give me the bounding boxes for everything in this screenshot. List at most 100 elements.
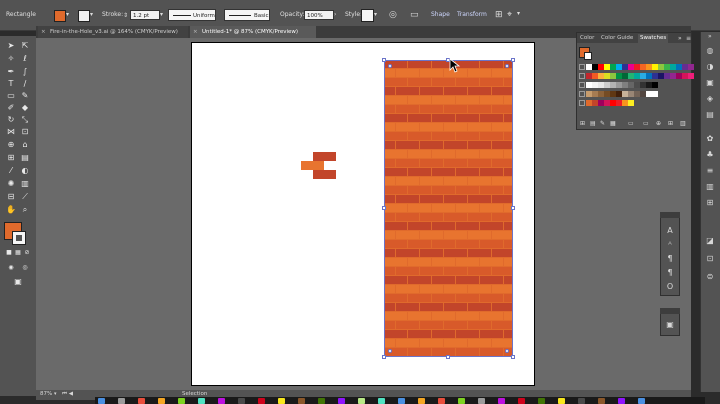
artboards-panel-icon[interactable]: ▤ (705, 110, 715, 120)
corner-widget-tr[interactable] (505, 64, 509, 68)
resize-handle-tl[interactable] (382, 58, 386, 62)
folder-icon[interactable]: ▭ (643, 119, 649, 129)
zoom-dropdown-icon[interactable]: ▾ (54, 391, 57, 397)
hand-tool-icon[interactable]: ✋ (5, 204, 17, 216)
resize-handle-tr[interactable] (511, 58, 515, 62)
magic-wand-tool-icon[interactable]: ✧ (5, 53, 17, 65)
tab-untitled-1[interactable]: × Untitled-1* @ 87% (CMYK/Preview) (190, 26, 316, 38)
dock-app-icon[interactable] (438, 398, 445, 404)
align-panel-icon[interactable]: ⊞ (705, 198, 715, 208)
style-swatch[interactable] (361, 9, 374, 22)
transform-panel-icon[interactable]: ⊡ (705, 254, 715, 264)
stroke-swatch[interactable] (78, 10, 90, 22)
dock-app-icon[interactable] (518, 398, 525, 404)
artboard-tool-icon[interactable]: ⊟ (5, 191, 17, 203)
scale-tool-icon[interactable]: ⤡ (19, 114, 31, 126)
stroke-panel-icon[interactable]: ≡ (705, 166, 715, 176)
panel-menu-icon[interactable]: ▾ (517, 9, 520, 19)
dock-app-icon[interactable] (458, 398, 465, 404)
color-group-folder-icon[interactable] (579, 82, 585, 88)
tab-swatches[interactable]: Swatches (638, 34, 669, 43)
none-mode-icon[interactable]: ⊘ (21, 247, 33, 259)
dock-app-icon[interactable] (358, 398, 365, 404)
eyedropper-tool-icon[interactable]: ⁄ (5, 165, 17, 177)
resize-handle-l[interactable] (382, 206, 386, 210)
dock-app-icon[interactable] (138, 398, 145, 404)
pen-tool-icon[interactable]: ✒ (5, 66, 17, 78)
dock-app-icon[interactable] (558, 398, 565, 404)
corner-widget-bl[interactable] (388, 349, 392, 353)
graphic-styles-icon[interactable]: ▣ (705, 78, 715, 88)
corner-widget-br[interactable] (505, 349, 509, 353)
isolate-icon[interactable]: ⌖ (507, 10, 512, 20)
symbols-panel-icon[interactable]: ♣ (705, 150, 715, 160)
small-brick-bottom[interactable] (313, 170, 336, 179)
perspective-grid-tool-icon[interactable]: ⌂ (19, 139, 31, 151)
color-group-folder-icon[interactable] (579, 73, 585, 79)
dock-app-icon[interactable] (238, 398, 245, 404)
tab-color-guide[interactable]: Color Guide (601, 34, 633, 43)
navigator-panel-icon[interactable]: ▣ (665, 320, 675, 330)
paragraph-styles-icon[interactable]: ᴬ (665, 240, 675, 250)
gradient-tool-icon[interactable]: ▤ (19, 152, 31, 164)
rotate-tool-icon[interactable]: ↻ (5, 114, 17, 126)
corner-widget-tl[interactable] (388, 64, 392, 68)
selection-tool-icon[interactable]: ➤ (5, 40, 17, 52)
new-color-group-icon[interactable]: ▭ (628, 119, 634, 129)
dock-app-icon[interactable] (118, 398, 125, 404)
resize-handle-r[interactable] (511, 206, 515, 210)
small-brick-top[interactable] (313, 152, 336, 161)
dock-app-icon[interactable] (98, 398, 105, 404)
stroke-stepper-icon[interactable]: ⇕ (123, 11, 128, 21)
stroke-weight-field[interactable]: 1.2 pt (130, 10, 160, 20)
layers-panel-icon[interactable]: ◈ (705, 94, 715, 104)
dock-app-icon[interactable] (638, 398, 645, 404)
delete-swatch-icon[interactable]: ▥ (680, 119, 686, 129)
paragraph-panel-icon[interactable]: ¶ (665, 254, 675, 264)
color-group-folder-icon[interactable] (579, 91, 585, 97)
swatch-cell[interactable] (688, 64, 694, 70)
dock-app-icon[interactable] (298, 398, 305, 404)
brush-definition[interactable]: Basic (224, 9, 270, 21)
eraser-tool-icon[interactable]: ◆ (19, 102, 31, 114)
opentype-panel-icon[interactable]: O (665, 282, 675, 292)
opacity-field[interactable]: 100% (304, 10, 334, 20)
character-panel-icon[interactable]: A (665, 226, 675, 236)
dock-app-icon[interactable] (378, 398, 385, 404)
panel-grip[interactable] (660, 212, 680, 218)
dock-app-icon[interactable] (498, 398, 505, 404)
shape-button[interactable]: Shape (431, 11, 450, 18)
appearance-panel-icon[interactable]: ◑ (705, 62, 715, 72)
new-swatch-icon[interactable]: ⊕ (656, 119, 661, 129)
tab-fire-in-the-hole[interactable]: × Fire-in-the-Hole_v3.ai @ 164% (CMYK/Pr… (38, 26, 188, 38)
links-panel-icon[interactable]: ⊜ (705, 272, 715, 282)
resize-handle-b[interactable] (446, 355, 450, 359)
panel-stroke-box[interactable] (584, 52, 592, 60)
glyphs-panel-icon[interactable]: ¶ (665, 268, 675, 278)
type-tool-icon[interactable]: T (5, 78, 17, 90)
zoom-level[interactable]: 87% (40, 391, 52, 397)
swatch-cell[interactable] (652, 82, 658, 88)
color-group-folder-icon[interactable] (579, 64, 585, 70)
panel-options-icon[interactable]: ≡ (686, 34, 691, 44)
panel-grip[interactable] (660, 308, 680, 314)
slice-tool-icon[interactable]: ⟋ (19, 191, 31, 203)
dock-app-icon[interactable] (398, 398, 405, 404)
brushes-panel-icon[interactable]: ✿ (705, 134, 715, 144)
collapse-panel-icon[interactable]: » (678, 34, 682, 44)
variable-width-profile[interactable]: Uniform (168, 9, 216, 21)
dock-app-icon[interactable] (218, 398, 225, 404)
dock-app-icon[interactable] (618, 398, 625, 404)
stroke-weight-dropdown-icon[interactable]: ▾ (160, 10, 163, 20)
symbol-sprayer-tool-icon[interactable]: ✺ (5, 178, 17, 190)
gradient-panel-icon[interactable]: ▥ (705, 182, 715, 192)
resize-handle-br[interactable] (511, 355, 515, 359)
free-transform-tool-icon[interactable]: ⊡ (19, 126, 31, 138)
close-tab-icon[interactable]: × (193, 26, 198, 38)
fill-dropdown-icon[interactable]: ▾ (66, 10, 69, 20)
color-group-folder-icon[interactable] (579, 100, 585, 106)
column-graph-tool-icon[interactable]: ▥ (19, 178, 31, 190)
recolor-artwork-icon[interactable]: ◎ (389, 10, 397, 20)
dock-collapse-icon[interactable]: » (708, 32, 712, 42)
style-dropdown-icon[interactable]: ▾ (374, 10, 377, 20)
